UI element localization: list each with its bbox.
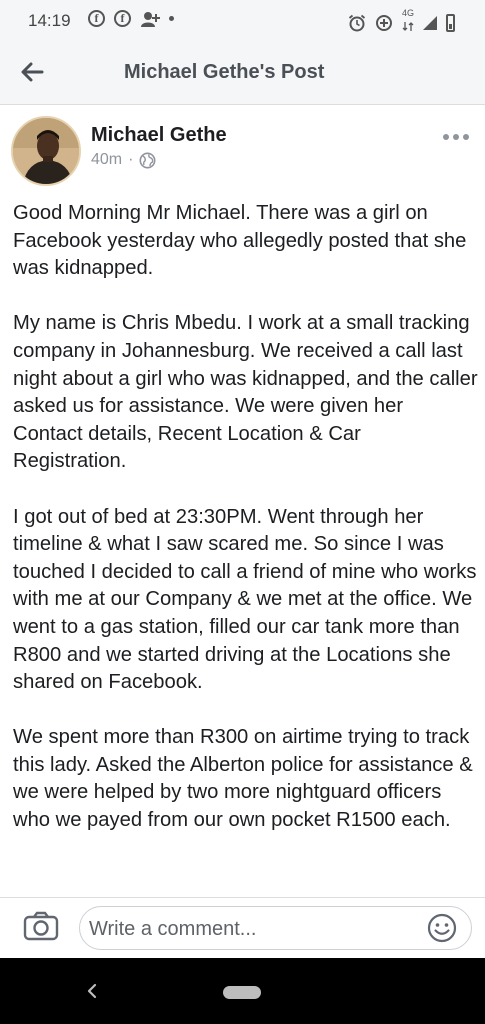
author-avatar[interactable]: [11, 116, 81, 186]
back-button[interactable]: [14, 54, 50, 90]
post-header: Michael Gethe 40m ·: [0, 104, 485, 196]
system-nav-bar: [0, 958, 485, 1024]
status-time: 14:19: [28, 11, 71, 30]
data-saver-icon: [375, 14, 392, 31]
add-friend-icon: [141, 11, 160, 27]
nav-back-button[interactable]: [86, 982, 98, 1005]
smiley-icon: [427, 913, 457, 943]
post-time[interactable]: 40m: [91, 151, 122, 169]
camera-button[interactable]: [22, 908, 60, 946]
more-dot: [463, 134, 469, 140]
back-arrow-icon: [21, 62, 44, 82]
post-paragraph: We spent more than R300 on airtime tryin…: [13, 726, 473, 832]
more-dot: [453, 134, 459, 140]
system-icons: 4G: [348, 9, 455, 36]
post-paragraph: I got out of bed at 23:30PM. Went throug…: [13, 505, 477, 694]
avatar-photo: [13, 118, 79, 184]
more-options-button[interactable]: [443, 134, 469, 140]
page-title: Michael Gethe's Post: [124, 61, 325, 83]
post-paragraph: My name is Chris Mbedu. I work at a smal…: [13, 312, 478, 473]
meta-separator: ·: [128, 151, 134, 168]
notification-icons: f f: [88, 10, 174, 27]
emoji-button[interactable]: [427, 913, 457, 943]
nav-home-pill[interactable]: [223, 986, 261, 999]
data-arrows-icon: [402, 22, 414, 31]
author-name[interactable]: Michael Gethe: [91, 124, 227, 147]
more-notifications-dot: [169, 16, 174, 21]
signal-icon: [423, 15, 437, 30]
comment-bar: Write a comment...: [0, 897, 485, 958]
more-dot: [443, 134, 449, 140]
chevron-left-icon: [87, 983, 97, 999]
camera-icon: [23, 911, 59, 941]
comment-placeholder: Write a comment...: [89, 918, 257, 940]
alarm-icon: [348, 14, 366, 31]
globe-icon: [139, 152, 156, 168]
network-indicator: 4G: [402, 9, 414, 36]
app-bar: Michael Gethe's Post: [0, 40, 485, 105]
facebook-notification-icon: f: [88, 10, 105, 27]
comment-input[interactable]: Write a comment...: [79, 906, 472, 950]
battery-icon: [446, 13, 455, 32]
post-meta: 40m ·: [91, 151, 156, 169]
facebook-notification-icon: f: [114, 10, 131, 27]
post-paragraph: Good Morning Mr Michael. There was a gir…: [13, 202, 467, 280]
status-bar: 14:19 f f 4G: [0, 0, 485, 40]
post-body: Good Morning Mr Michael. There was a gir…: [13, 200, 478, 862]
network-type: 4G: [401, 8, 414, 18]
